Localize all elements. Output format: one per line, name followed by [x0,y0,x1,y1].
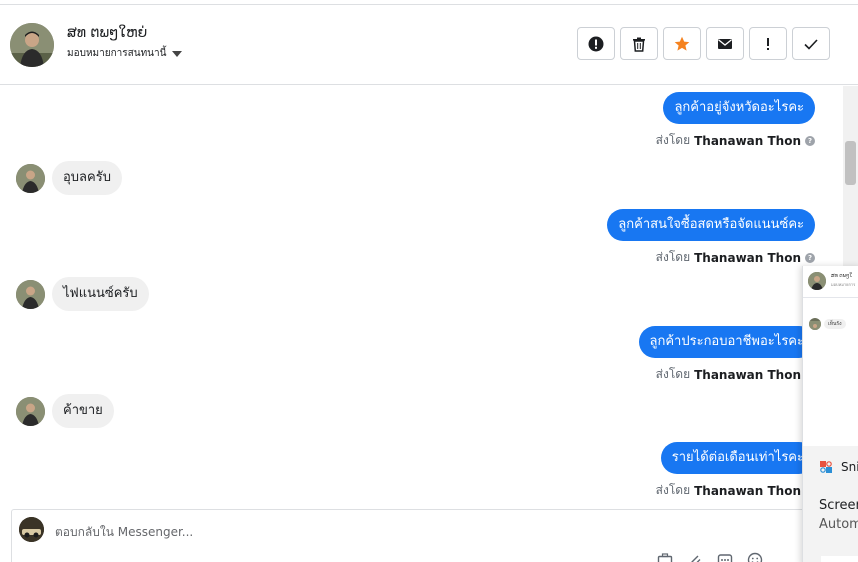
toast-action[interactable] [821,556,858,562]
conversation-actions [577,27,830,60]
sender-name[interactable]: Thanawan Thon [694,368,801,382]
scissors-icon [820,461,832,473]
preview-bubble: เห็นรัง [824,319,846,329]
envelope-icon [718,38,732,49]
mark-unread-button[interactable] [706,27,744,60]
reply-composer[interactable]: ตอบกลับใน Messenger... [11,509,811,562]
briefcase-icon[interactable] [657,552,673,562]
help-icon[interactable]: ? [805,252,815,263]
star-icon [674,36,690,51]
page-avatar [19,517,44,542]
composer-toolbar [657,552,763,562]
contact-avatar-small[interactable] [16,163,45,193]
contact-name: ສທ ຕພໆໃຫຍ່ [67,25,148,41]
toast-app-row: Sni [819,460,858,474]
assign-label: มอบหมายการสนทนานี้ [67,48,167,59]
conversation-header: ສທ ຕພໆໃຫຍ່ มอบหมายการสนทนานี้ [0,5,858,85]
assign-conversation-dropdown[interactable]: มอบหมายการสนทนานี้ [67,46,183,61]
delete-button[interactable] [620,27,658,60]
saved-replies-icon[interactable] [717,552,733,562]
incoming-message: ไฟแนนซ์ครับ [52,277,149,311]
sent-by-label: ส่งโดย Thanawan Thon ? [656,481,815,500]
emoji-icon[interactable] [747,552,763,562]
follow-up-button[interactable] [749,27,787,60]
sender-name[interactable]: Thanawan Thon [694,134,801,148]
sent-by-label: ส่งโดย Thanawan Thon ? [656,365,815,384]
outgoing-message: รายได้ต่อเดือนเท่าไรคะ [660,442,815,474]
sent-by-prefix: ส่งโดย [655,367,691,381]
sent-by-label: ส่งโดย Thanawan Thon ? [656,131,815,150]
check-icon [804,38,818,50]
preview-message-row: เห็นรัง [809,318,846,330]
snipping-tool-toast[interactable]: Sni Screen Autom [803,446,858,562]
preview-avatar [808,272,826,290]
caret-down-icon [172,50,183,57]
star-button[interactable] [663,27,701,60]
preview-mini-avatar [809,318,821,330]
incoming-message: ค้าขาย [52,394,114,428]
spam-button[interactable] [577,27,615,60]
toast-subtitle: Autom [819,517,858,532]
incoming-message-row: อุบลครับ [16,161,122,195]
mark-done-button[interactable] [792,27,830,60]
contact-avatar-small[interactable] [16,396,45,426]
toast-app-name: Sni [841,460,858,474]
sent-by-prefix: ส่งโดย [655,483,691,497]
exclamation-icon [767,37,769,50]
reply-input[interactable]: ตอบกลับใน Messenger... [55,523,193,542]
contact-avatar-small[interactable] [16,279,45,309]
sent-by-prefix: ส่งโดย [655,250,691,264]
sent-by-prefix: ส่งโดย [655,133,691,147]
toast-title: Screen [819,498,858,513]
alert-circle-icon [588,36,604,51]
outgoing-message: ลูกค้าประกอบอาชีพอะไรคะ [638,326,815,358]
help-icon[interactable]: ? [805,135,815,146]
preview-header: ສທ ຕພໆໃ มอบหมายการ [803,266,858,298]
incoming-message: อุบลครับ [52,161,122,195]
scrollbar-thumb[interactable] [845,141,856,185]
sender-name[interactable]: Thanawan Thon [694,484,801,498]
sent-by-label: ส่งโดย Thanawan Thon ? [656,248,815,267]
attachment-icon[interactable] [687,552,703,562]
incoming-message-row: ค้าขาย [16,394,114,428]
floating-chat-preview[interactable]: ສທ ຕພໆໃ มอบหมายการ เห็นรัง Sni Screen Au… [802,266,858,562]
trash-icon [633,37,645,52]
preview-name: ສທ ຕພໆໃ [831,273,853,279]
preview-subtitle: มอบหมายการ [831,282,856,287]
sender-name[interactable]: Thanawan Thon [694,251,801,265]
incoming-message-row: ไฟแนนซ์ครับ [16,277,149,311]
contact-avatar[interactable] [10,23,54,67]
message-thread[interactable]: ลูกค้าอยู่จังหวัดอะไรคะ ส่งโดย Thanawan … [0,86,843,506]
outgoing-message: ลูกค้าอยู่จังหวัดอะไรคะ [663,92,815,124]
outgoing-message: ลูกค้าสนใจซื้อสดหรือจัดแนนซ์คะ [607,209,815,241]
